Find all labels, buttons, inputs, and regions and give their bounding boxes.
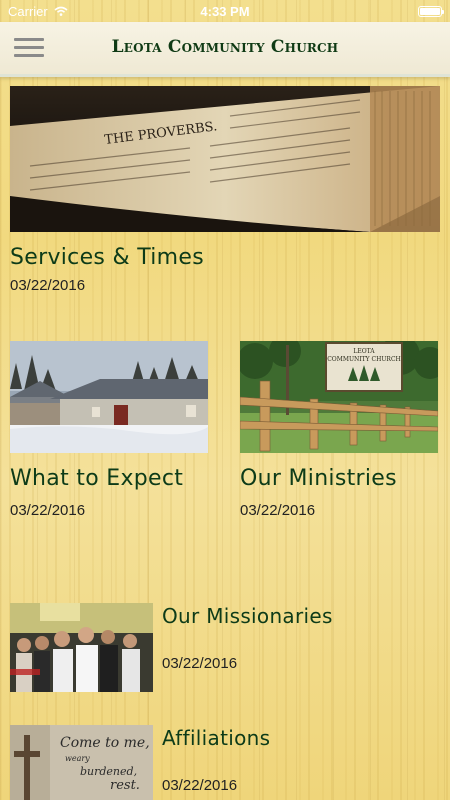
come-to-me-cross-photo: Come to me, weary burdened, rest. xyxy=(10,725,153,800)
sign-text-community: COMMUNITY CHURCH xyxy=(327,356,401,363)
our-ministries-image[interactable]: LEOTA COMMUNITY CHURCH xyxy=(240,341,438,453)
what-to-expect-image[interactable] xyxy=(10,341,208,453)
wall-text-line2: weary xyxy=(65,754,90,763)
item-date-affiliations: 03/22/2016 xyxy=(162,777,238,794)
wall-text-line3: burdened, xyxy=(80,765,137,778)
wall-text-line4: rest. xyxy=(110,778,140,793)
item-date-our-ministries: 03/22/2016 xyxy=(240,502,316,519)
item-title-what-to-expect[interactable]: What to Expect xyxy=(10,466,183,491)
item-title-our-ministries[interactable]: Our Ministries xyxy=(240,466,397,491)
item-title-our-missionaries[interactable]: Our Missionaries xyxy=(162,604,333,628)
church-sign-fence-photo: LEOTA COMMUNITY CHURCH xyxy=(240,341,438,453)
church-building-winter-photo xyxy=(10,341,208,453)
status-time: 4:33 PM xyxy=(200,3,250,19)
item-date-our-missionaries: 03/22/2016 xyxy=(162,655,238,672)
item-date-what-to-expect: 03/22/2016 xyxy=(10,502,86,519)
services-image[interactable]: THE PROVERBS. xyxy=(10,86,440,232)
battery-icon xyxy=(418,5,444,17)
status-bar: Carrier 4:33 PM xyxy=(0,0,450,22)
wall-text-line1: Come to me, xyxy=(60,735,150,751)
affiliations-image[interactable]: Come to me, weary burdened, rest. xyxy=(10,725,153,800)
nav-bar: Leota Community Church xyxy=(0,22,450,77)
item-title-services[interactable]: Services & Times xyxy=(10,245,204,270)
item-date-services: 03/22/2016 xyxy=(10,277,86,294)
bible-proverbs-photo: THE PROVERBS. xyxy=(10,86,440,232)
page-title: Leota Community Church xyxy=(111,37,339,57)
item-title-affiliations[interactable]: Affiliations xyxy=(162,726,270,750)
our-missionaries-image[interactable] xyxy=(10,603,153,692)
missionaries-group-photo xyxy=(10,603,153,692)
sign-text-leota: LEOTA xyxy=(353,348,375,355)
